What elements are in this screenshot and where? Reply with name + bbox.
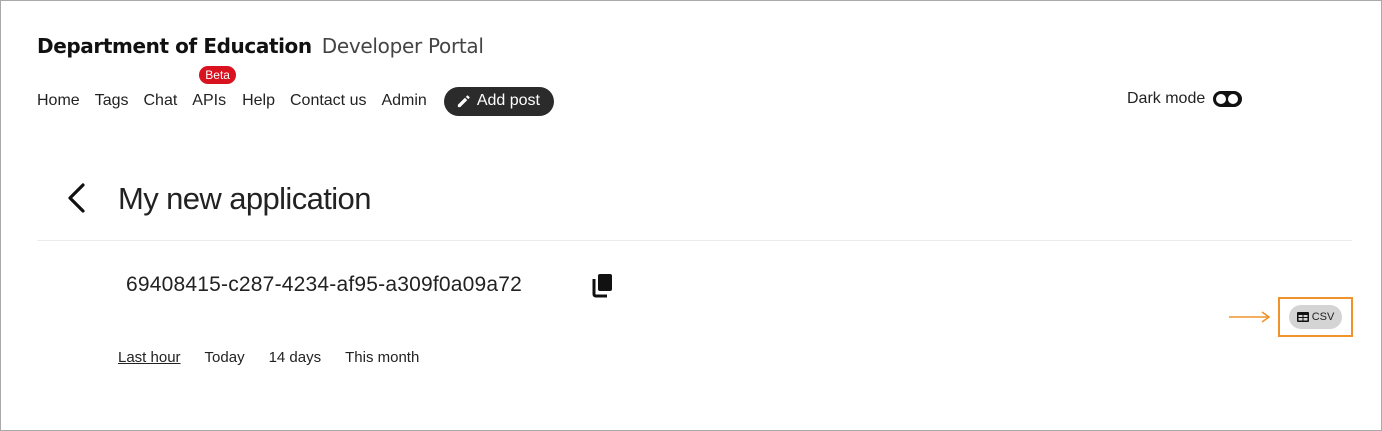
dark-mode-control: Dark mode (1127, 90, 1243, 108)
toggle-knob (1216, 94, 1227, 104)
main-nav: Home Tags Chat Beta APIs Help Contact us… (37, 66, 554, 116)
nav-tags[interactable]: Tags (95, 92, 129, 110)
application-id: 69408415-c287-4234-af95-a309f0a09a72 (126, 273, 523, 296)
toggle-icon (1228, 94, 1239, 104)
dark-mode-toggle[interactable] (1213, 91, 1243, 107)
nav-chat[interactable]: Chat (143, 92, 177, 110)
portal-name: Developer Portal (321, 34, 484, 58)
beta-badge: Beta (199, 66, 236, 84)
back-button[interactable] (62, 180, 92, 216)
tab-14-days[interactable]: 14 days (269, 349, 322, 366)
org-name: Department of Education (37, 34, 312, 58)
dark-mode-label: Dark mode (1127, 90, 1206, 107)
tab-today[interactable]: Today (205, 349, 245, 366)
nav-home[interactable]: Home (37, 92, 80, 110)
pencil-icon (457, 94, 470, 107)
csv-label: CSV (1311, 311, 1335, 323)
csv-export-button[interactable]: CSV (1289, 305, 1342, 329)
time-range-tabs: Last hour Today 14 days This month (118, 349, 443, 366)
nav-help[interactable]: Help (242, 92, 275, 110)
site-brand[interactable]: Department of Education Developer Portal (37, 34, 484, 58)
title-divider (37, 240, 1352, 241)
nav-apis[interactable]: Beta APIs (192, 66, 236, 110)
chevron-left-icon (68, 183, 85, 213)
nav-admin[interactable]: Admin (381, 92, 426, 110)
callout-arrow-icon (1229, 311, 1271, 323)
tab-last-hour[interactable]: Last hour (118, 349, 181, 366)
add-post-button[interactable]: Add post (443, 86, 554, 116)
copy-icon (592, 274, 612, 298)
page-title: My new application (118, 181, 371, 216)
nav-contact-us[interactable]: Contact us (290, 92, 366, 110)
nav-apis-label: APIs (192, 92, 227, 109)
add-post-label: Add post (476, 92, 540, 109)
table-icon (1296, 312, 1309, 322)
tab-this-month[interactable]: This month (345, 349, 419, 366)
copy-id-button[interactable] (591, 272, 615, 298)
